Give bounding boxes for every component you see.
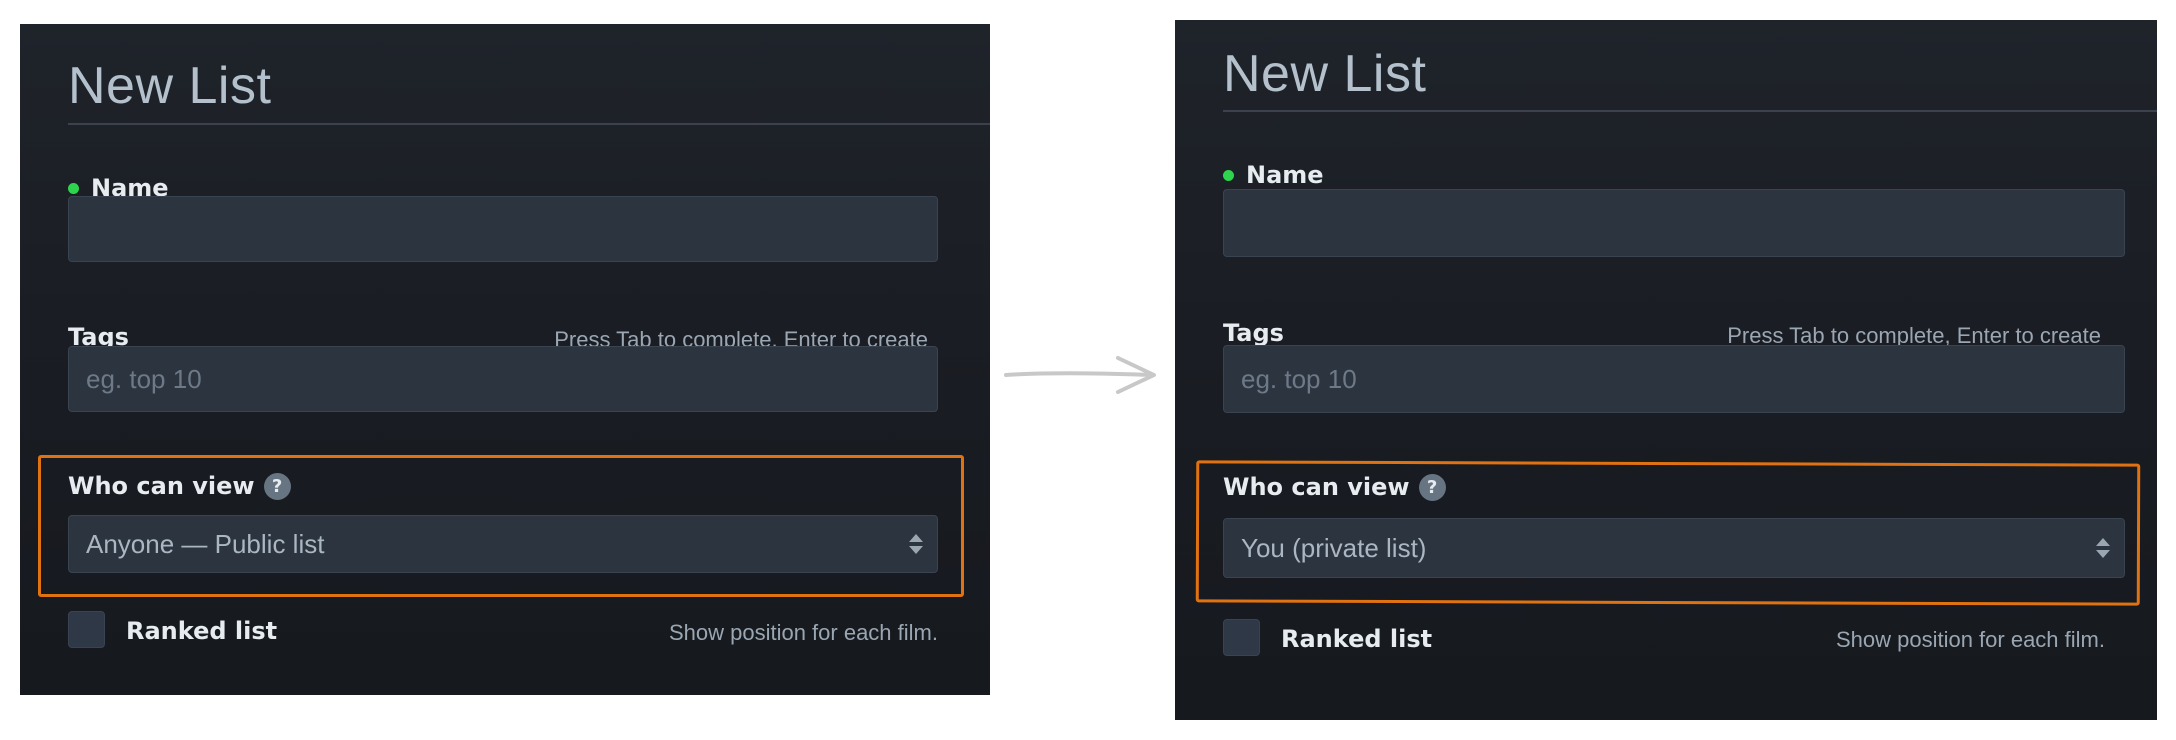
name-input[interactable] — [68, 196, 938, 262]
required-dot-icon — [68, 182, 79, 194]
page-title: New List — [1223, 45, 1427, 103]
title-divider — [1223, 110, 2157, 112]
name-label-text: Name — [1246, 161, 1324, 189]
tags-label: Tags — [1223, 319, 1284, 347]
ranked-list-hint: Show position for each film. — [1835, 627, 2105, 652]
ranked-list-hint: Show position for each film. — [668, 620, 938, 645]
tags-input[interactable]: eg. top 10 — [68, 346, 938, 412]
who-can-view-highlight-after — [1195, 460, 2141, 606]
transition-arrow-icon — [1004, 356, 1156, 394]
after-panel: New List Name Tags Press Tab to complete… — [1175, 20, 2157, 720]
page-title: New List — [68, 57, 272, 115]
who-can-view-highlight-before — [38, 455, 964, 597]
ranked-list-checkbox[interactable] — [68, 611, 105, 648]
title-divider — [68, 123, 990, 125]
tags-placeholder: eg. top 10 — [86, 363, 202, 394]
tags-input[interactable]: eg. top 10 — [1223, 345, 2125, 413]
tags-label-text: Tags — [1223, 319, 1284, 347]
name-input[interactable] — [1223, 189, 2125, 257]
ranked-list-label: Ranked list — [126, 617, 278, 645]
ranked-list-checkbox[interactable] — [1223, 619, 1260, 656]
name-label: Name — [1223, 161, 1324, 189]
ranked-list-label: Ranked list — [1281, 625, 1433, 653]
required-dot-icon — [1223, 169, 1234, 181]
tags-placeholder: eg. top 10 — [1241, 363, 1357, 394]
